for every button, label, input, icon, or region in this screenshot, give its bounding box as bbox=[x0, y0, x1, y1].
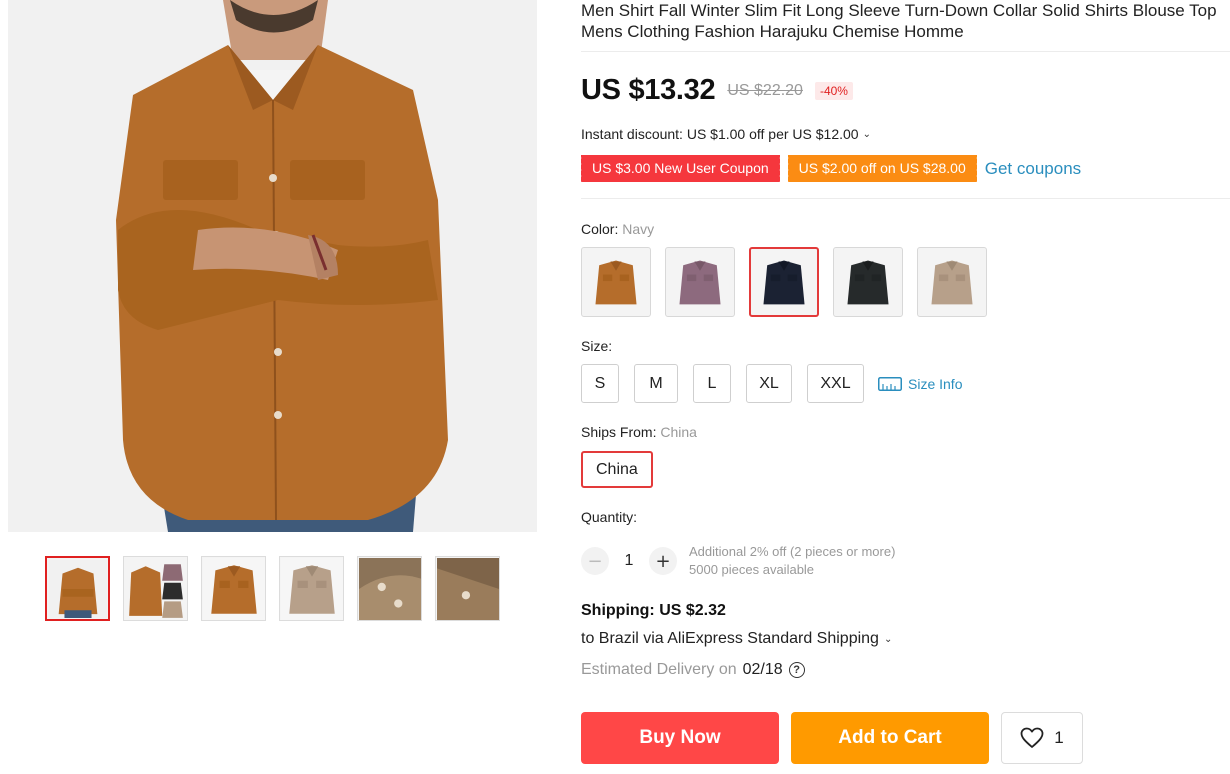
color-swatches bbox=[581, 247, 987, 317]
size-option-m[interactable]: M bbox=[634, 364, 678, 403]
estimated-delivery-date: 02/18 bbox=[742, 661, 783, 678]
action-buttons: Buy Now Add to Cart 1 bbox=[581, 712, 1083, 764]
help-icon[interactable]: ? bbox=[788, 662, 805, 678]
wishlist-count: 1 bbox=[1054, 728, 1064, 747]
divider bbox=[581, 51, 1230, 52]
shirt-brown-image bbox=[595, 260, 637, 305]
price-row: US $13.32 US $22.20 -40% bbox=[581, 74, 853, 107]
color-swatch-purple[interactable] bbox=[665, 247, 735, 317]
main-product-image[interactable] bbox=[8, 0, 537, 532]
thumbnail-image bbox=[358, 557, 421, 620]
thumbnail-6[interactable] bbox=[435, 556, 500, 621]
ruler-icon bbox=[878, 376, 902, 391]
thumbnail-5[interactable] bbox=[357, 556, 422, 621]
thumbnail-4[interactable] bbox=[279, 556, 344, 621]
buy-now-button[interactable]: Buy Now bbox=[581, 712, 779, 764]
color-swatch-khaki[interactable] bbox=[917, 247, 987, 317]
product-title: Men Shirt Fall Winter Slim Fit Long Slee… bbox=[581, 0, 1230, 42]
shirt-model-image bbox=[8, 0, 537, 532]
increase-quantity-button[interactable]: + bbox=[649, 547, 677, 575]
spend-coupon[interactable]: US $2.00 off on US $28.00 bbox=[785, 155, 979, 182]
color-selected-value: Navy bbox=[622, 221, 655, 237]
color-label: Color: bbox=[581, 221, 619, 237]
shirt-khaki-image bbox=[931, 260, 973, 305]
product-title-line-2: Mens Clothing Fashion Harajuku Chemise H… bbox=[581, 22, 964, 41]
add-to-cart-button[interactable]: Add to Cart bbox=[791, 712, 989, 764]
thumbnail-image bbox=[48, 559, 107, 618]
shipping-cost: Shipping: US $2.32 bbox=[581, 602, 726, 619]
thumbnail-3[interactable] bbox=[201, 556, 266, 621]
size-label: Size: bbox=[581, 338, 613, 354]
color-swatch-brown[interactable] bbox=[581, 247, 651, 317]
thumbnail-2[interactable] bbox=[123, 556, 188, 621]
chevron-down-icon: ⌄ bbox=[862, 128, 871, 140]
thumbnail-image bbox=[124, 557, 187, 620]
color-swatch-navy[interactable] bbox=[749, 247, 819, 317]
ships-from-option-china[interactable]: China bbox=[581, 451, 653, 488]
estimated-delivery: Estimated Delivery on 02/18 ? bbox=[581, 661, 805, 679]
color-swatch-black[interactable] bbox=[833, 247, 903, 317]
shirt-navy-image bbox=[763, 260, 805, 305]
get-coupons-link[interactable]: Get coupons bbox=[985, 159, 1081, 179]
coupon-row: US $3.00 New User Coupon US $2.00 off on… bbox=[579, 155, 1081, 182]
quantity-stepper: − 1 + Additional 2% off (2 pieces or mor… bbox=[581, 543, 895, 579]
new-user-coupon[interactable]: US $3.00 New User Coupon bbox=[579, 155, 782, 182]
divider bbox=[581, 198, 1230, 199]
quantity-value[interactable]: 1 bbox=[609, 552, 649, 570]
thumbnail-1[interactable] bbox=[45, 556, 110, 621]
chevron-down-icon: ⌄ bbox=[883, 633, 893, 645]
shirt-black-image bbox=[847, 260, 889, 305]
shirt-purple-image bbox=[679, 260, 721, 305]
estimated-delivery-label: Estimated Delivery on bbox=[581, 661, 737, 678]
ships-from-selected-value: China bbox=[660, 424, 697, 440]
size-option-s[interactable]: S bbox=[581, 364, 619, 403]
decrease-quantity-button[interactable]: − bbox=[581, 547, 609, 575]
size-options: S M L XL XXL Size Info bbox=[581, 364, 962, 403]
color-label-row: Color: Navy bbox=[581, 221, 654, 237]
size-option-xl[interactable]: XL bbox=[746, 364, 792, 403]
thumbnail-image bbox=[280, 557, 343, 620]
heart-icon bbox=[1020, 727, 1044, 748]
product-title-line-1: Men Shirt Fall Winter Slim Fit Long Slee… bbox=[581, 1, 1217, 20]
discount-badge: -40% bbox=[814, 81, 853, 100]
bulk-discount-note: Additional 2% off (2 pieces or more) bbox=[689, 544, 896, 559]
instant-discount[interactable]: Instant discount: US $1.00 off per US $1… bbox=[581, 126, 871, 142]
current-price: US $13.32 bbox=[581, 74, 716, 106]
original-price: US $22.20 bbox=[727, 81, 803, 99]
thumbnail-image bbox=[202, 557, 265, 620]
wishlist-button[interactable]: 1 bbox=[1001, 712, 1083, 764]
ships-from-label: Ships From: bbox=[581, 424, 657, 440]
ships-from-label-row: Ships From: China bbox=[581, 424, 697, 440]
quantity-label: Quantity: bbox=[581, 509, 638, 525]
size-info-label: Size Info bbox=[908, 375, 963, 392]
stock-available-note: 5000 pieces available bbox=[689, 562, 815, 577]
thumbnail-image bbox=[436, 557, 499, 620]
size-info-link[interactable]: Size Info bbox=[878, 376, 962, 392]
size-option-l[interactable]: L bbox=[693, 364, 731, 403]
shipping-destination: to Brazil via AliExpress Standard Shippi… bbox=[581, 630, 879, 647]
size-option-xxl[interactable]: XXL bbox=[807, 364, 864, 403]
quantity-note: Additional 2% off (2 pieces or more) 500… bbox=[689, 543, 895, 579]
thumbnail-strip bbox=[45, 556, 500, 621]
shipping-method-selector[interactable]: to Brazil via AliExpress Standard Shippi… bbox=[581, 630, 892, 648]
instant-discount-text: Instant discount: US $1.00 off per US $1… bbox=[581, 126, 859, 142]
